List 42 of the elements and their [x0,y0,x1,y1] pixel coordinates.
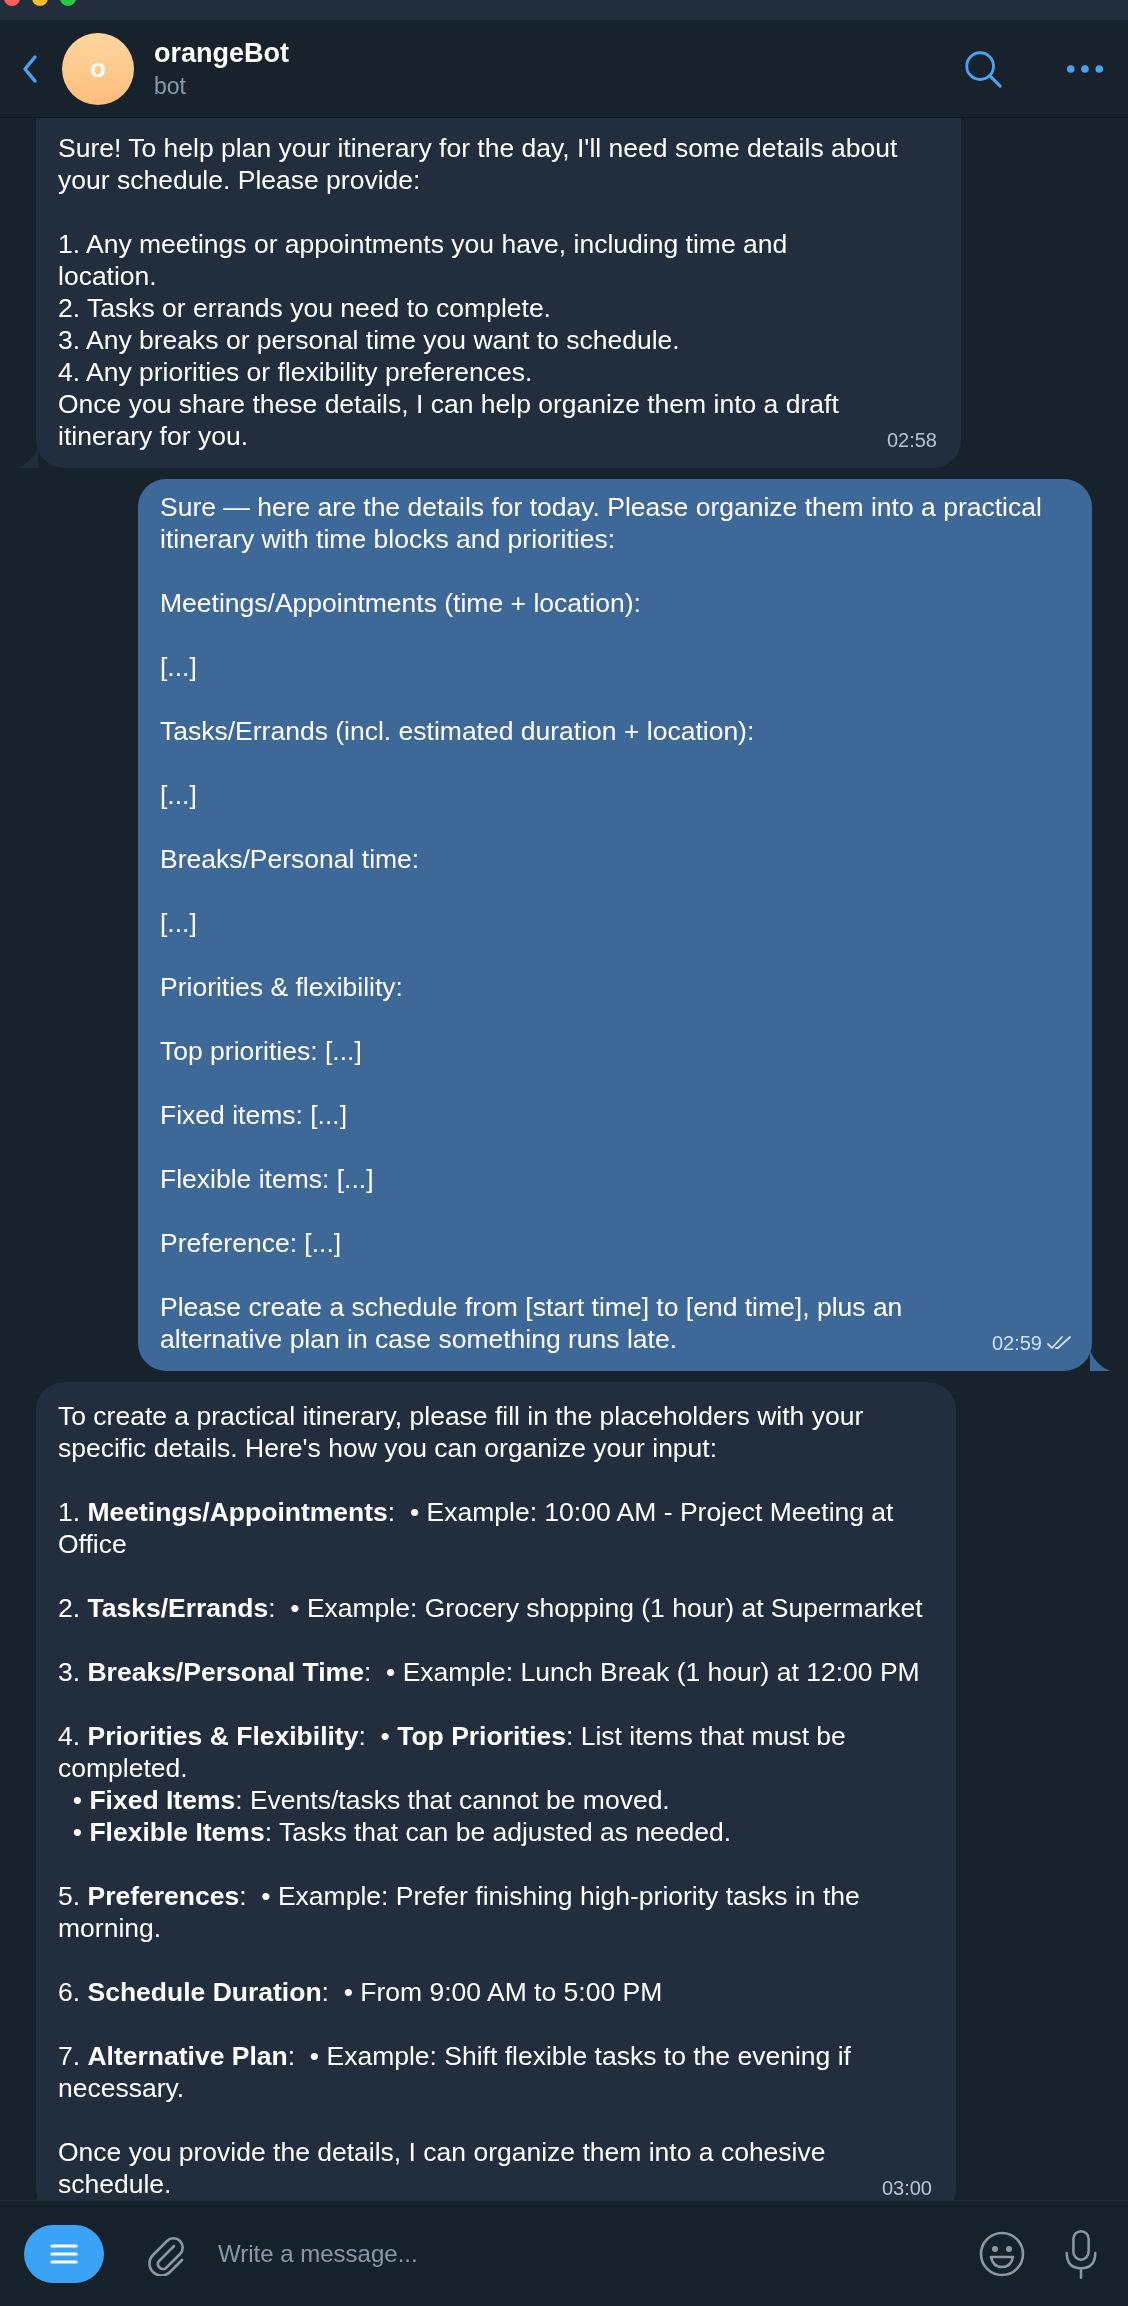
more-icon[interactable] [1066,63,1104,74]
back-button[interactable] [20,52,40,85]
message-text: [...] [160,907,198,939]
avatar: o [62,32,134,105]
message-text: 1. Any meetings or appointments you have, including time and location. [58,228,789,292]
message-text: Please create a schedule from [start time] to [end time], plus an alternative plan in case something runs late. [160,1291,904,1355]
message-text: To create a practical itinerary, please fill in the placeholders with your specific details. Here's how you can organize your input: [58,1400,865,1464]
message-text: Flexible items: [...] [160,1163,375,1195]
message-text: 2. Tasks or errands you need to complete. [58,292,552,324]
chat-title: orangeBot [154,37,289,69]
message-text: • Flexible Items: Tasks that can be adjusted as needed. [71,1816,733,1848]
message-text: [...] [160,779,198,811]
menu-button[interactable] [24,2224,104,2283]
message-text: Sure — here are the details for today. Please organize them into a practical itinerary with time blocks and priorities: [160,491,1043,555]
message-text: Once you provide the details, I can organize them into a cohesive schedule. [58,2136,827,2200]
message-text: Once you share these details, I can help organize them into a draft itinerary for you. [58,388,840,452]
message-text: 4. Priorities & Flexibility: • Top Priorities: List items that must be completed. [58,1720,847,1784]
message-text: 3. Breaks/Personal Time: • Example: Lunch Break (1 hour) at 12:00 PM [58,1656,921,1688]
message-text: Sure! To help plan your itinerary for the day, I'll need some details about your schedule. Please provide: [58,132,899,196]
smiley-icon[interactable] [978,2229,1026,2278]
message-text: 1. Meetings/Appointments: • Example: 10:00 AM - Project Meeting at Office [58,1496,895,1560]
message-text: [...] [160,651,198,683]
message-text: Meetings/Appointments (time + location): [160,587,642,619]
message-text: 7. Alternative Plan: • Example: Shift flexible tasks to the evening if necessary. [58,2040,852,2104]
message-text: Priorities & flexibility: [160,971,404,1003]
message-text: 4. Any priorities or flexibility preferences. [58,356,534,388]
message-text: Top priorities: [...] [160,1035,363,1067]
message-text: 6. Schedule Duration: • From 9:00 AM to 5:00 PM [58,1976,664,2008]
message-time: 02:59 [991,1331,1042,1356]
message-text: Breaks/Personal time: [160,843,421,875]
message-text: Preference: [...] [160,1227,343,1259]
message-time: 02:58 [886,428,937,453]
message-input[interactable]: Write a message... [216,2238,978,2269]
message-text: Tasks/Errands (incl. estimated duration + location): [160,715,756,747]
message-text: 3. Any breaks or personal time you want to schedule. [58,324,681,356]
message-text: • Fixed Items: Events/tasks that cannot be moved. [71,1784,671,1816]
message-text: 2. Tasks/Errands: • Example: Grocery shopping (1 hour) at Supermarket [58,1592,924,1624]
hamburger-icon [49,2242,79,2265]
message-time: 03:00 [881,2176,932,2200]
chat-status: bot [154,72,187,100]
message-text: 5. Preferences: • Example: Prefer finishing high-priority tasks in the morning. [58,1880,861,1944]
message-text: Fixed items: [...] [160,1099,348,1131]
